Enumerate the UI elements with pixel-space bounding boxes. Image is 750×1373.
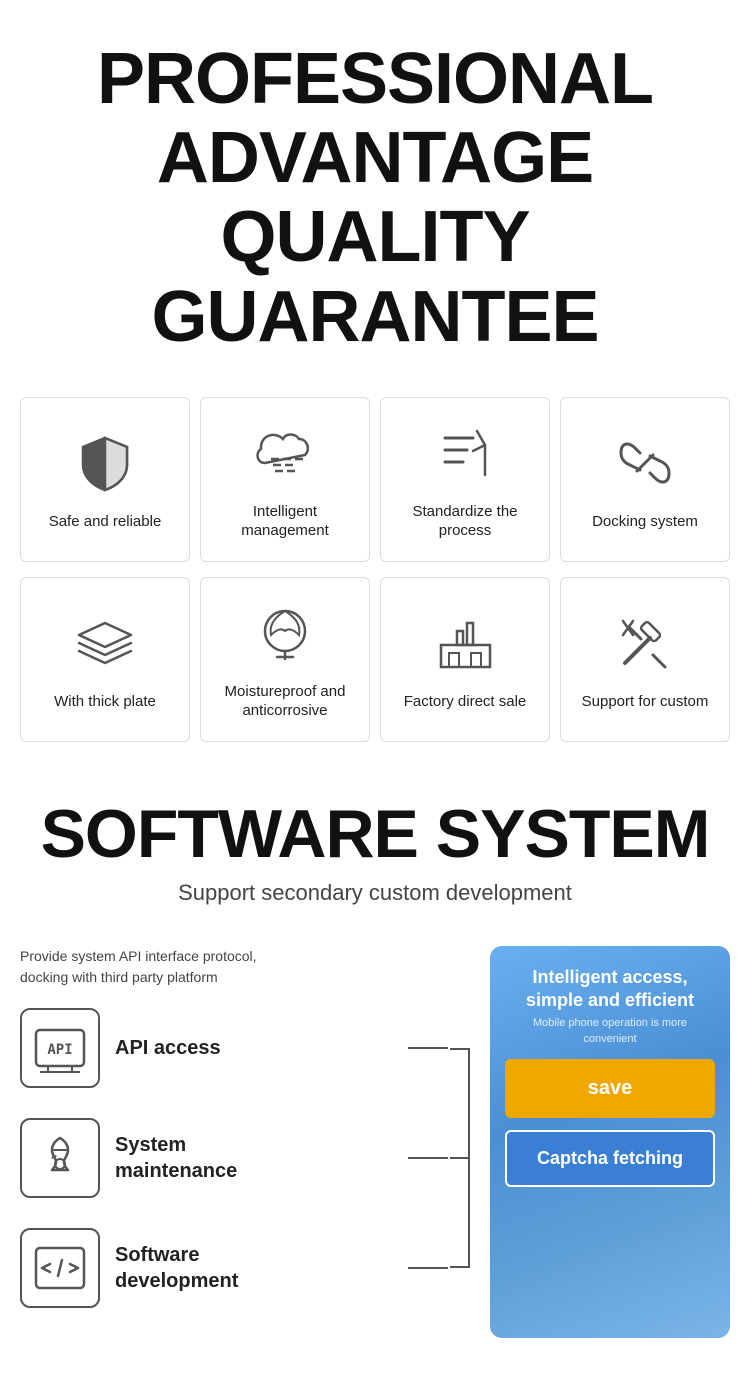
software-icon-box — [20, 1228, 100, 1308]
card-thick-plate: With thick plate — [20, 577, 190, 742]
phone-top: Intelligent access, simple and efficient… — [505, 966, 715, 1048]
card-label-thick: With thick plate — [54, 692, 156, 712]
card-custom: Support for custom — [560, 577, 730, 742]
software-section: SOFTWARE SYSTEM Support secondary custom… — [0, 767, 750, 946]
svg-text:API: API — [47, 1042, 72, 1058]
feature-label-api: API access — [115, 1035, 221, 1061]
api-icon: API — [32, 1020, 88, 1076]
features-group: API API access — [20, 1008, 470, 1308]
card-label-safe: Safe and reliable — [49, 512, 162, 532]
feature-software: Software development — [20, 1228, 470, 1308]
feature-maintenance: System maintenance — [20, 1118, 470, 1198]
connector-api — [408, 1047, 448, 1049]
shield-icon — [70, 428, 140, 498]
row1-cards: Safe and reliable Intelligent management — [20, 397, 730, 562]
phone-card: Intelligent access, simple and efficient… — [490, 946, 730, 1338]
connector-software — [408, 1267, 448, 1269]
factory-icon — [430, 608, 500, 678]
header-section: PROFESSIONAL ADVANTAGE QUALITY GUARANTEE — [0, 0, 750, 387]
left-features: Provide system API interface protocol, d… — [20, 946, 470, 1338]
card-label-moisture: Moistureproof and anticorrosive — [211, 682, 359, 721]
feature-label-software: Software development — [115, 1242, 238, 1294]
software-subtitle: Support secondary custom development — [20, 880, 730, 906]
card-label-docking: Docking system — [592, 512, 698, 532]
software-title: SOFTWARE SYSTEM — [20, 797, 730, 872]
card-moistureproof: Moistureproof and anticorrosive — [200, 577, 370, 742]
card-label-custom: Support for custom — [582, 692, 709, 712]
card-factory: Factory direct sale — [380, 577, 550, 742]
card-label-intelligent: Intelligent management — [211, 502, 359, 541]
feature-label-maintenance: System maintenance — [115, 1132, 237, 1184]
leaf-icon — [250, 598, 320, 668]
card-label-standardize: Standardize the process — [391, 502, 539, 541]
card-intelligent: Intelligent management — [200, 397, 370, 562]
code-icon — [32, 1240, 88, 1296]
card-standardize: Standardize the process — [380, 397, 550, 562]
connector-maintenance — [408, 1157, 448, 1159]
row1-grid: Safe and reliable Intelligent management — [0, 387, 750, 767]
row2-cards: With thick plate Moistureproof and antic… — [20, 577, 730, 742]
layers-icon — [70, 608, 140, 678]
api-icon-box: API — [20, 1008, 100, 1088]
tools-icon — [610, 608, 680, 678]
phone-sub-label: Mobile phone operation is more convenien… — [505, 1016, 715, 1047]
card-safe-reliable: Safe and reliable — [20, 397, 190, 562]
bottom-content: Provide system API interface protocol, d… — [0, 946, 750, 1368]
provide-text: Provide system API interface protocol, d… — [20, 946, 470, 988]
feature-api: API API access — [20, 1008, 470, 1088]
cloud-settings-icon — [250, 418, 320, 488]
header-title: PROFESSIONAL ADVANTAGE QUALITY GUARANTEE — [20, 40, 730, 357]
captcha-button[interactable]: Captcha fetching — [505, 1130, 715, 1187]
save-button[interactable]: save — [505, 1059, 715, 1118]
maintenance-icon — [32, 1130, 88, 1186]
maintenance-icon-box — [20, 1118, 100, 1198]
phone-main-label: Intelligent access, simple and efficient — [505, 966, 715, 1013]
link-icon — [610, 428, 680, 498]
card-docking: Docking system — [560, 397, 730, 562]
checklist-icon — [430, 418, 500, 488]
card-label-factory: Factory direct sale — [404, 692, 527, 712]
